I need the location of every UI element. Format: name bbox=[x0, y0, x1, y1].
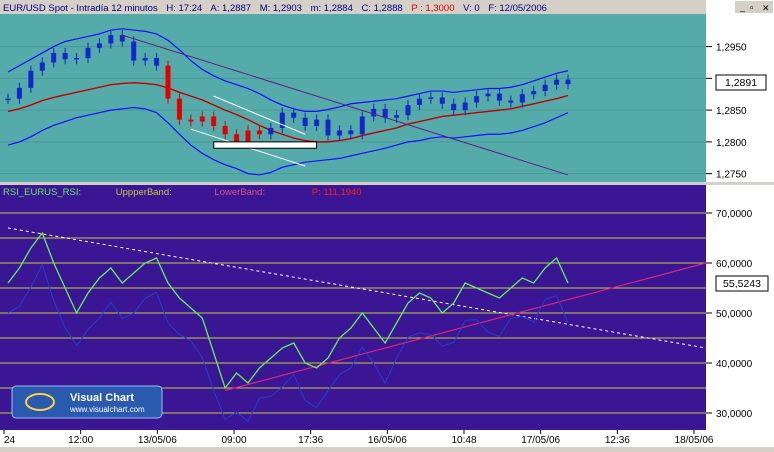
time-tick-label: 09:00 bbox=[221, 435, 246, 446]
candle-up-body bbox=[359, 116, 365, 135]
candle-down-body bbox=[302, 117, 308, 126]
candle-up-body bbox=[336, 130, 342, 136]
rsi-tick-label: 30,0000 bbox=[716, 409, 753, 420]
candle-up-body bbox=[39, 62, 45, 71]
candle-up-body bbox=[416, 98, 422, 106]
candle-up-body bbox=[5, 98, 11, 101]
candle-up-body bbox=[245, 130, 251, 142]
date-label: F: 12/05/2006 bbox=[488, 3, 547, 14]
candle-down-body bbox=[131, 41, 137, 61]
candle-up-body bbox=[462, 102, 468, 111]
candle-down-body bbox=[165, 65, 171, 99]
candle-up-body bbox=[405, 105, 411, 116]
candle-down-body bbox=[211, 116, 217, 126]
candle-up-body bbox=[394, 115, 400, 118]
candle-down-body bbox=[234, 134, 240, 142]
price-tick-label: 1,2850 bbox=[716, 106, 747, 117]
rsi-name-label: RSI_EURUS_RSI: bbox=[3, 187, 81, 198]
rsi-p-label: P: 111,1940 bbox=[312, 187, 362, 198]
visual-chart-logo: Visual Chart www.visualchart.com bbox=[11, 385, 163, 419]
candle-up-body bbox=[85, 47, 91, 59]
candle-up-body bbox=[268, 127, 274, 135]
candle-down-body bbox=[382, 108, 388, 118]
candle-up-body bbox=[51, 52, 57, 63]
price-tick-label: 1,2800 bbox=[716, 138, 747, 149]
candle-up-body bbox=[485, 93, 491, 97]
price-legend: EUR/USD Spot - Intradía 12 minutos H: 17… bbox=[3, 3, 547, 14]
candle-down-body bbox=[348, 130, 354, 135]
candle-up-body bbox=[519, 94, 525, 103]
candle-up-body bbox=[531, 91, 537, 95]
time-tick-label: 17/05/06 bbox=[521, 435, 560, 446]
close-button[interactable]: ✕ bbox=[762, 3, 770, 13]
high-label: M: 1,2903 bbox=[260, 3, 302, 14]
time-tick-label: 16/05/06 bbox=[368, 435, 407, 446]
candle-down-body bbox=[176, 98, 182, 120]
candle-up-body bbox=[96, 43, 102, 48]
rsi-tick-label: 60,0000 bbox=[716, 259, 753, 270]
candle-down-body bbox=[565, 79, 571, 85]
rsi-tick-label: 70,0000 bbox=[716, 209, 753, 220]
candle-down-body bbox=[439, 97, 445, 104]
candle-down-body bbox=[256, 130, 262, 135]
candle-down-body bbox=[62, 52, 68, 60]
rsi-tick-label: 40,0000 bbox=[716, 359, 753, 370]
window-controls: _ ▫ ✕ bbox=[735, 1, 773, 14]
candle-up-body bbox=[428, 97, 434, 99]
last-price-label: 1,2891 bbox=[725, 77, 757, 89]
candle-up-body bbox=[371, 108, 377, 117]
candle-up-body bbox=[199, 116, 205, 122]
restore-button[interactable]: ▫ bbox=[750, 3, 754, 14]
time-tick-label: 17:36 bbox=[298, 435, 323, 446]
price-panel[interactable] bbox=[0, 0, 706, 182]
candle-up-body bbox=[108, 35, 114, 44]
candle-up-body bbox=[74, 58, 80, 60]
price-axis-background bbox=[706, 0, 774, 182]
candle-down-body bbox=[188, 119, 194, 122]
low-label: m: 1,2884 bbox=[311, 3, 353, 14]
last-rsi-label: 55,5243 bbox=[723, 278, 761, 290]
candle-up-body bbox=[314, 119, 320, 126]
close-label: C: 1,2888 bbox=[362, 3, 403, 14]
candle-up-body bbox=[554, 79, 560, 85]
time-tick-label: 18/05/06 bbox=[675, 435, 714, 446]
rsi-upper-band-label: UppperBand: bbox=[116, 187, 172, 198]
volume-label: V: 0 bbox=[463, 3, 480, 14]
candle-down-body bbox=[496, 93, 502, 101]
price-tick-label: 1,2950 bbox=[716, 43, 747, 54]
time-tick-label: 13/05/06 bbox=[138, 435, 177, 446]
candle-up-body bbox=[542, 84, 548, 92]
candle-down-body bbox=[291, 112, 297, 118]
minimize-button[interactable]: _ bbox=[739, 2, 746, 12]
logo-title: Visual Chart bbox=[70, 392, 134, 404]
candle-down-body bbox=[325, 119, 331, 136]
price-panel-background bbox=[0, 0, 706, 182]
candle-down-body bbox=[222, 126, 228, 135]
price-tick-label: 1,2750 bbox=[716, 170, 747, 181]
time-tick-label: 12:36 bbox=[605, 435, 630, 446]
panel-separator bbox=[0, 182, 774, 185]
high-time-label: H: 17:24 bbox=[166, 3, 202, 14]
p-label: P : 1,3000 bbox=[411, 3, 454, 14]
candle-up-body bbox=[474, 96, 480, 103]
rsi-lower-band-label: LowerBand: bbox=[214, 187, 265, 198]
chart-window: EUR/USD Spot - Intradía 12 minutos H: 17… bbox=[0, 0, 774, 447]
time-tick-label: 24 bbox=[4, 435, 16, 446]
time-tick-label: 12:00 bbox=[68, 435, 93, 446]
candle-down-body bbox=[451, 103, 457, 111]
candle-up-body bbox=[28, 70, 34, 88]
time-tick-label: 10:48 bbox=[451, 435, 476, 446]
price-range-box bbox=[213, 141, 318, 149]
logo-url: www.visualchart.com bbox=[69, 405, 145, 414]
candle-down-body bbox=[154, 58, 160, 66]
chart-canvas: EUR/USD Spot - Intradía 12 minutos H: 17… bbox=[0, 0, 774, 447]
rsi-tick-label: 50,0000 bbox=[716, 309, 753, 320]
candle-up-body bbox=[16, 87, 22, 99]
open-label: A: 1,2887 bbox=[210, 3, 251, 14]
candle-up-body bbox=[142, 58, 148, 61]
candle-down-body bbox=[508, 100, 514, 103]
symbol-label: EUR/USD Spot - Intradía 12 minutos bbox=[3, 3, 158, 14]
rsi-axis-background bbox=[706, 185, 774, 430]
